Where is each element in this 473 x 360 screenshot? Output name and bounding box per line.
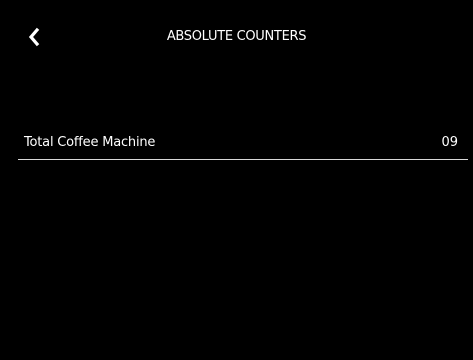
- header-bar: ABSOLUTE COUNTERS: [0, 0, 473, 80]
- counter-label: Total Coffee Machine: [24, 135, 156, 150]
- row-divider: [18, 159, 468, 160]
- page-title: ABSOLUTE COUNTERS: [166, 29, 307, 44]
- counter-row-total-coffee-machine[interactable]: Total Coffee Machine 09: [18, 128, 468, 160]
- counter-value: 09: [441, 135, 458, 150]
- absolute-counters-screen: ABSOLUTE COUNTERS Total Coffee Machine 0…: [0, 0, 473, 360]
